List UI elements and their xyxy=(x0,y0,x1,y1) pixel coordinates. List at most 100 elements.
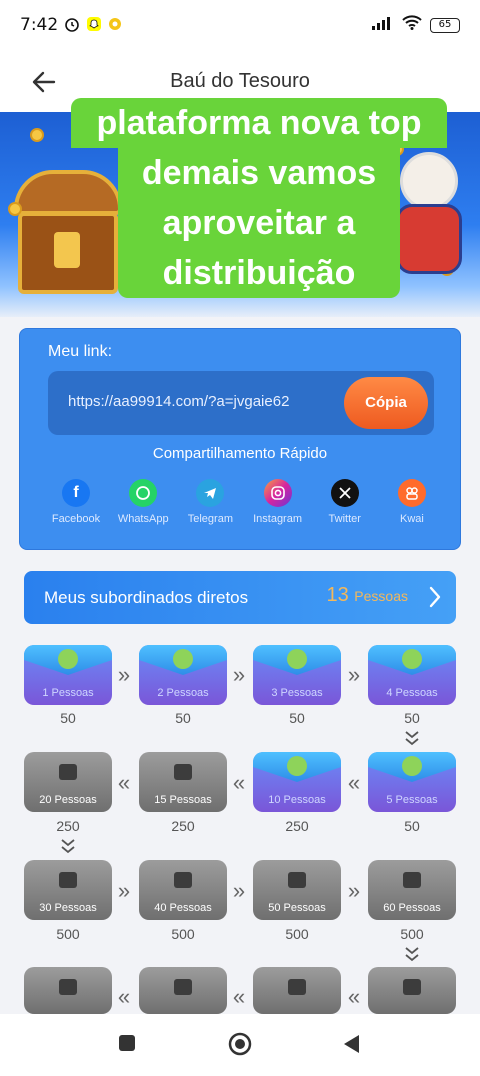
share-whatsapp[interactable]: WhatsApp xyxy=(111,479,175,525)
status-bar: 7:42 65 xyxy=(0,0,480,50)
share-telegram[interactable]: Telegram xyxy=(178,479,242,525)
arrow-left-icon: « xyxy=(232,984,246,1009)
share-kwai[interactable]: Kwai xyxy=(380,479,444,525)
share-label: Instagram xyxy=(253,513,303,525)
arrow-right-icon: » xyxy=(232,662,246,687)
reward-amount: 500 xyxy=(285,926,309,942)
arrow-left-icon: « xyxy=(117,984,131,1009)
lock-icon xyxy=(174,979,192,995)
reward-card-locked[interactable]: 50 Pessoas xyxy=(253,860,341,920)
recents-button[interactable] xyxy=(118,1034,136,1057)
notification-icon xyxy=(108,17,122,34)
battery-icon: 65 xyxy=(430,17,460,33)
reward-amount: 250 xyxy=(285,818,309,834)
check-icon xyxy=(402,756,422,776)
facebook-icon: f xyxy=(62,479,90,507)
reward-amount: 250 xyxy=(171,818,195,834)
reward-card-locked[interactable] xyxy=(139,967,227,1014)
reward-card-locked[interactable] xyxy=(253,967,341,1014)
snapchat-icon xyxy=(86,16,102,35)
lock-icon xyxy=(403,872,421,888)
reward-card[interactable]: 3 Pessoas xyxy=(253,645,341,705)
chevron-down-double-icon xyxy=(61,839,75,854)
arrow-left-icon: « xyxy=(347,770,361,795)
page-title: Baú do Tesouro xyxy=(170,69,310,92)
share-facebook[interactable]: f Facebook xyxy=(44,479,108,525)
lock-icon xyxy=(174,764,192,780)
lock-icon xyxy=(59,764,77,780)
invite-url: https://aa99914.com/?a=jvgaie62 xyxy=(68,393,290,410)
share-label: Twitter xyxy=(328,513,361,525)
copy-button[interactable]: Cópia xyxy=(344,377,428,429)
reward-card[interactable]: 2 Pessoas xyxy=(139,645,227,705)
lock-icon xyxy=(288,979,306,995)
arrow-right-icon: » xyxy=(347,662,361,687)
system-back-button[interactable] xyxy=(342,1034,360,1059)
instagram-icon xyxy=(263,479,292,507)
system-nav-bar xyxy=(0,1014,480,1076)
arrow-left-icon xyxy=(32,71,56,93)
reward-card[interactable]: 5 Pessoas xyxy=(368,752,456,812)
reward-card-locked[interactable]: 15 Pessoas xyxy=(139,752,227,812)
arrow-left-icon: « xyxy=(347,984,361,1009)
link-label: Meu link: xyxy=(48,343,113,360)
reward-amount: 50 xyxy=(60,710,76,726)
chevron-down-double-icon xyxy=(405,947,419,962)
wifi-icon xyxy=(402,15,422,35)
check-icon xyxy=(173,649,193,669)
caption-overlay: plataforma nova top demais vamos aprovei… xyxy=(70,98,448,298)
reward-amount: 50 xyxy=(175,710,191,726)
share-row: f Facebook WhatsApp Telegram Instagram T… xyxy=(44,479,444,525)
x-icon xyxy=(330,479,359,507)
reward-card-locked[interactable] xyxy=(24,967,112,1014)
reward-amount: 50 xyxy=(289,710,305,726)
reward-amount: 500 xyxy=(56,926,80,942)
link-field[interactable]: https://aa99914.com/?a=jvgaie62 Cópia xyxy=(48,371,434,435)
lock-icon xyxy=(59,979,77,995)
home-button[interactable] xyxy=(228,1032,252,1061)
reward-card[interactable]: 1 Pessoas xyxy=(24,645,112,705)
subordinates-count: 13 Pessoas xyxy=(326,584,408,606)
lock-icon xyxy=(59,872,77,888)
reward-amount: 500 xyxy=(171,926,195,942)
reward-card-locked[interactable]: 30 Pessoas xyxy=(24,860,112,920)
reward-card-locked[interactable]: 40 Pessoas xyxy=(139,860,227,920)
share-label: Facebook xyxy=(51,513,101,525)
direct-subordinates-button[interactable]: Meus subordinados diretos 13 Pessoas xyxy=(24,571,456,624)
arrow-right-icon: » xyxy=(117,878,131,903)
status-time: 7:42 xyxy=(20,15,59,35)
arrow-right-icon: » xyxy=(232,878,246,903)
caption-line: plataforma nova top xyxy=(71,98,447,148)
back-button[interactable] xyxy=(30,68,58,96)
reward-card-locked[interactable]: 20 Pessoas xyxy=(24,752,112,812)
reward-card[interactable]: 4 Pessoas xyxy=(368,645,456,705)
caption-line: distribuição xyxy=(118,248,400,298)
share-instagram[interactable]: Instagram xyxy=(246,479,310,525)
reward-amount: 250 xyxy=(56,818,80,834)
reward-card[interactable]: 10 Pessoas xyxy=(253,752,341,812)
lock-icon xyxy=(288,872,306,888)
reward-card-locked[interactable] xyxy=(368,967,456,1014)
chevron-right-icon xyxy=(429,586,441,608)
triangle-left-icon xyxy=(344,1035,359,1053)
check-icon xyxy=(287,649,307,669)
whatsapp-icon xyxy=(129,479,158,507)
subordinates-label: Meus subordinados diretos xyxy=(44,588,249,607)
kwai-icon xyxy=(397,479,426,507)
check-icon xyxy=(402,649,422,669)
quick-share-title: Compartilhamento Rápido xyxy=(152,445,328,462)
signal-icon xyxy=(372,16,394,35)
check-icon xyxy=(58,649,78,669)
lock-icon xyxy=(403,979,421,995)
arrow-right-icon: » xyxy=(347,878,361,903)
share-twitter[interactable]: Twitter xyxy=(313,479,377,525)
reward-card-locked[interactable]: 60 Pessoas xyxy=(368,860,456,920)
reward-amount: 500 xyxy=(400,926,424,942)
caption-line: demais vamos xyxy=(118,148,400,198)
arrow-left-icon: « xyxy=(232,770,246,795)
telegram-icon xyxy=(196,479,225,507)
reward-amount: 50 xyxy=(404,710,420,726)
share-label: Kwai xyxy=(400,513,424,525)
lock-icon xyxy=(174,872,192,888)
share-label: Telegram xyxy=(187,513,233,525)
